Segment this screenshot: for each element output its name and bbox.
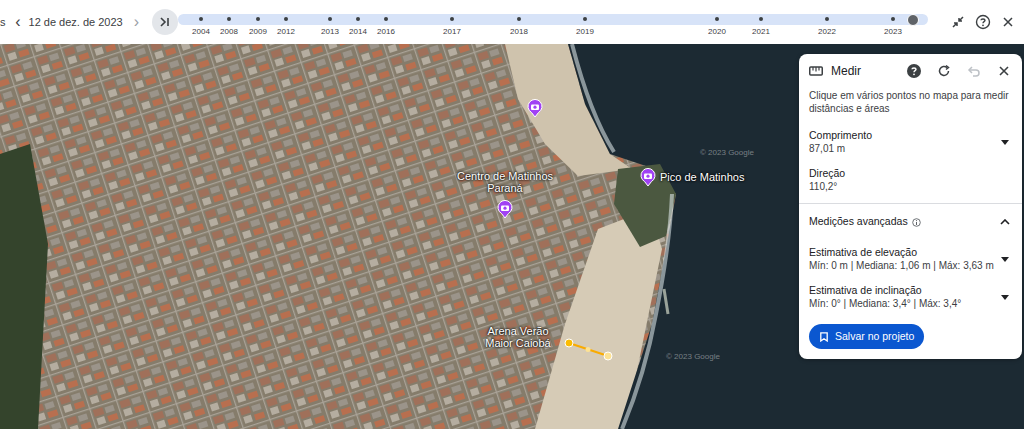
year-dot[interactable] (450, 17, 454, 21)
date-label: 12 de dez. de 2023 (29, 14, 123, 31)
date-nav: s‹ 12 de dez. de 2023 › (0, 0, 178, 44)
panel-footer: Salvar no projeto (799, 316, 1022, 359)
advanced-row[interactable]: Estimativa de inclinaçãoMín: 0° | Median… (799, 278, 1022, 316)
year-dot[interactable] (825, 17, 829, 21)
year-label: 2012 (271, 26, 301, 38)
advanced-row[interactable]: Estimativa de elevaçãoMín: 0 m | Mediana… (799, 240, 1022, 278)
timeline-handle[interactable] (907, 14, 919, 26)
year-dot[interactable] (284, 17, 288, 21)
place-label[interactable]: Arena Verão Maior Caiobá (473, 325, 563, 349)
year-label: 2019 (570, 26, 600, 38)
close-icon[interactable] (1000, 14, 1016, 30)
year-label: 2009 (243, 26, 273, 38)
year-dot[interactable] (356, 17, 360, 21)
refresh-icon[interactable] (936, 63, 952, 79)
advanced-header[interactable]: Medições avançadas (799, 204, 1022, 240)
year-dot[interactable] (715, 17, 719, 21)
row-value: 110,2° (809, 180, 1012, 193)
map-place[interactable]: Arena Verão Maior Caiobá (473, 325, 563, 349)
measure-panel: Medir Clique em vários pontos no mapa par… (799, 54, 1022, 359)
year-dot[interactable] (759, 17, 763, 21)
row-label: Estimativa de elevação (809, 246, 994, 259)
undo-icon (966, 63, 982, 79)
dropdown-icon[interactable] (998, 252, 1012, 266)
year-label: 2016 (371, 26, 401, 38)
dropdown-icon[interactable] (998, 290, 1012, 304)
map-pin[interactable] (527, 99, 543, 125)
latest-date-button[interactable] (152, 9, 178, 35)
row-text: Direção110,2° (809, 167, 1012, 193)
camera-pin-icon[interactable] (527, 99, 543, 118)
previous-date-button[interactable]: ‹ (11, 14, 24, 30)
year-label: 2004 (186, 26, 216, 38)
map-view[interactable]: Pico de Matinhos Centro de Matinhos Paran… (0, 44, 1024, 429)
row-text: Estimativa de elevaçãoMín: 0 m | Mediana… (809, 246, 994, 272)
window-controls (928, 0, 1024, 44)
ruler-icon (809, 64, 823, 78)
row-value: 87,01 m (809, 142, 994, 155)
place-label[interactable]: Pico de Matinhos (660, 169, 744, 186)
row-label: Estimativa de inclinação (809, 284, 994, 297)
row-value: Mín: 0° | Mediana: 3,4° | Máx: 3,4° (809, 297, 994, 310)
year-dot[interactable] (199, 17, 203, 21)
row-label: Comprimento (809, 129, 994, 142)
save-label: Salvar no projeto (835, 329, 914, 345)
row-text: Estimativa de inclinaçãoMín: 0° | Median… (809, 284, 994, 310)
save-button[interactable]: Salvar no projeto (809, 324, 924, 349)
length-row[interactable]: Comprimento87,01 m (799, 123, 1022, 161)
year-dot[interactable] (583, 17, 587, 21)
panel-title: Medir (831, 62, 898, 80)
copyright-watermark: © 2023 Google (666, 351, 720, 363)
panel-hint: Clique em vários pontos no mapa para med… (799, 88, 1022, 123)
dropdown-icon[interactable] (998, 135, 1012, 149)
year-dot[interactable] (328, 17, 332, 21)
panel-header: Medir (799, 54, 1022, 88)
year-label: 2008 (214, 26, 244, 38)
place-label[interactable]: Centro de Matinhos Paraná (455, 170, 555, 194)
info-icon[interactable] (912, 217, 922, 227)
bookmark-icon (819, 332, 829, 342)
year-dot[interactable] (384, 17, 388, 21)
row-text: Comprimento87,01 m (809, 129, 994, 155)
year-label: 2017 (437, 26, 467, 38)
next-date-button[interactable]: › (131, 14, 142, 30)
year-dot[interactable] (891, 17, 895, 21)
year-label: 2014 (343, 26, 373, 38)
help-icon[interactable] (975, 14, 991, 30)
expand-icon[interactable] (998, 215, 1012, 229)
divider (799, 203, 1022, 204)
map-place[interactable]: Centro de Matinhos Paraná (455, 170, 555, 219)
direction-row: Direção110,2° (799, 161, 1022, 203)
year-label: 2023 (878, 26, 908, 38)
year-label: 2018 (504, 26, 534, 38)
year-label: 2013 (315, 26, 345, 38)
advanced-title: Medições avançadas (809, 214, 908, 230)
help-icon[interactable] (906, 63, 922, 79)
panel-actions (906, 63, 1012, 79)
camera-pin-icon[interactable] (497, 200, 513, 219)
map-place[interactable]: Pico de Matinhos (640, 168, 744, 187)
year-dot[interactable] (227, 17, 231, 21)
year-label: 2021 (746, 26, 776, 38)
year-dot[interactable] (517, 17, 521, 21)
camera-pin-icon[interactable] (640, 168, 656, 187)
row-label: Direção (809, 167, 1012, 180)
cut-label: s (0, 14, 9, 31)
year-label: 2020 (702, 26, 732, 38)
timeline-track[interactable] (178, 14, 928, 25)
copyright-watermark: © 2023 Google (700, 147, 754, 159)
collapse-icon[interactable] (950, 14, 966, 30)
year-label: 2022 (812, 26, 842, 38)
year-dot[interactable] (256, 17, 260, 21)
timeline[interactable]: 2004200820092012 201320142016 2017 2018 2019… (178, 0, 928, 44)
timeline-bar: s‹ 12 de dez. de 2023 › 2004200820092012 201… (0, 0, 1024, 44)
row-value: Mín: 0 m | Mediana: 1,06 m | Máx: 3,63 m (809, 259, 994, 272)
close-icon[interactable] (996, 63, 1012, 79)
